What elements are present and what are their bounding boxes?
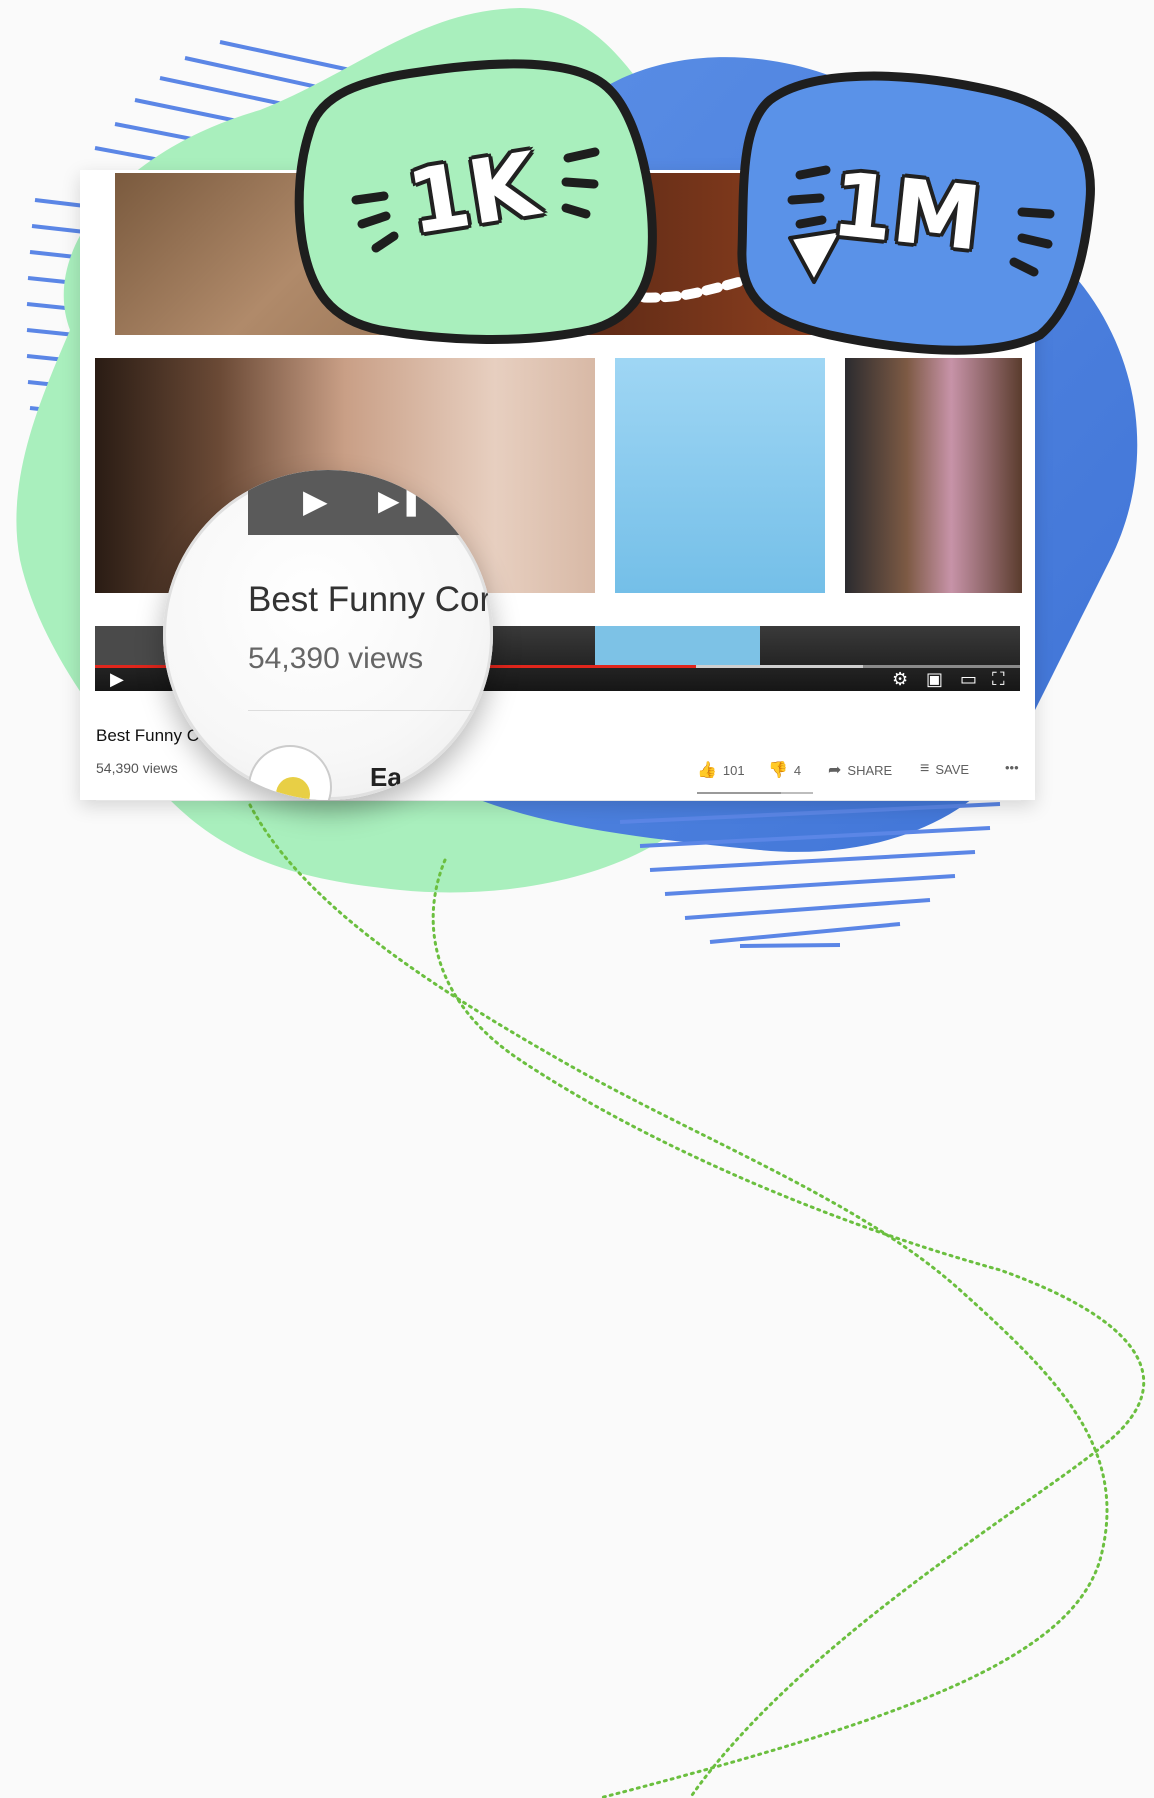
share-button[interactable]: ➦ SHARE bbox=[828, 760, 892, 780]
badge-1m-label: 1M bbox=[827, 152, 986, 271]
dislike-count: 4 bbox=[793, 762, 802, 778]
magnified-player-bar: ▶ ▶❚ bbox=[248, 470, 493, 535]
magnifier-lens: ▶ ▶❚ Best Funny Cor 54,390 views Ea bbox=[163, 470, 493, 800]
view-count: 54,390 views bbox=[96, 760, 178, 776]
magnified-next-title: Ea bbox=[370, 762, 402, 792]
magnified-title: Best Funny Cor bbox=[248, 580, 492, 619]
theater-icon[interactable]: ▭ bbox=[960, 670, 977, 688]
dotted-curves bbox=[248, 803, 1146, 1798]
video-title[interactable]: Best Funny C bbox=[96, 726, 199, 746]
like-icon: 👍 bbox=[697, 762, 717, 779]
magnified-views: 54,390 views bbox=[248, 642, 424, 675]
save-button[interactable]: ≡ SAVE bbox=[920, 760, 969, 778]
dislike-button[interactable]: 👎 4 bbox=[768, 760, 801, 780]
miniplayer-icon[interactable]: ▣ bbox=[926, 670, 943, 688]
avatar bbox=[248, 745, 332, 800]
play-icon[interactable]: ▶ bbox=[110, 670, 124, 688]
share-icon: ➦ bbox=[828, 762, 842, 779]
like-button[interactable]: 👍 101 bbox=[697, 760, 745, 780]
magnified-next-icon: ▶❚ bbox=[378, 485, 423, 516]
more-icon: ••• bbox=[1005, 760, 1019, 775]
save-icon: ≡ bbox=[920, 760, 930, 777]
save-label: SAVE bbox=[935, 761, 970, 777]
settings-icon[interactable]: ⚙ bbox=[892, 670, 908, 688]
like-ratio-bar bbox=[697, 792, 813, 794]
share-label: SHARE bbox=[847, 762, 893, 778]
magnified-divider bbox=[248, 710, 493, 711]
dislike-icon: 👎 bbox=[768, 762, 788, 779]
badge-1k-label: 1K bbox=[400, 132, 545, 255]
like-count: 101 bbox=[722, 762, 745, 778]
divider bbox=[96, 800, 1021, 801]
fullscreen-icon[interactable]: ⛶ bbox=[992, 670, 1005, 688]
more-button[interactable]: ••• bbox=[1005, 760, 1019, 775]
magnified-play-icon: ▶ bbox=[303, 483, 328, 519]
